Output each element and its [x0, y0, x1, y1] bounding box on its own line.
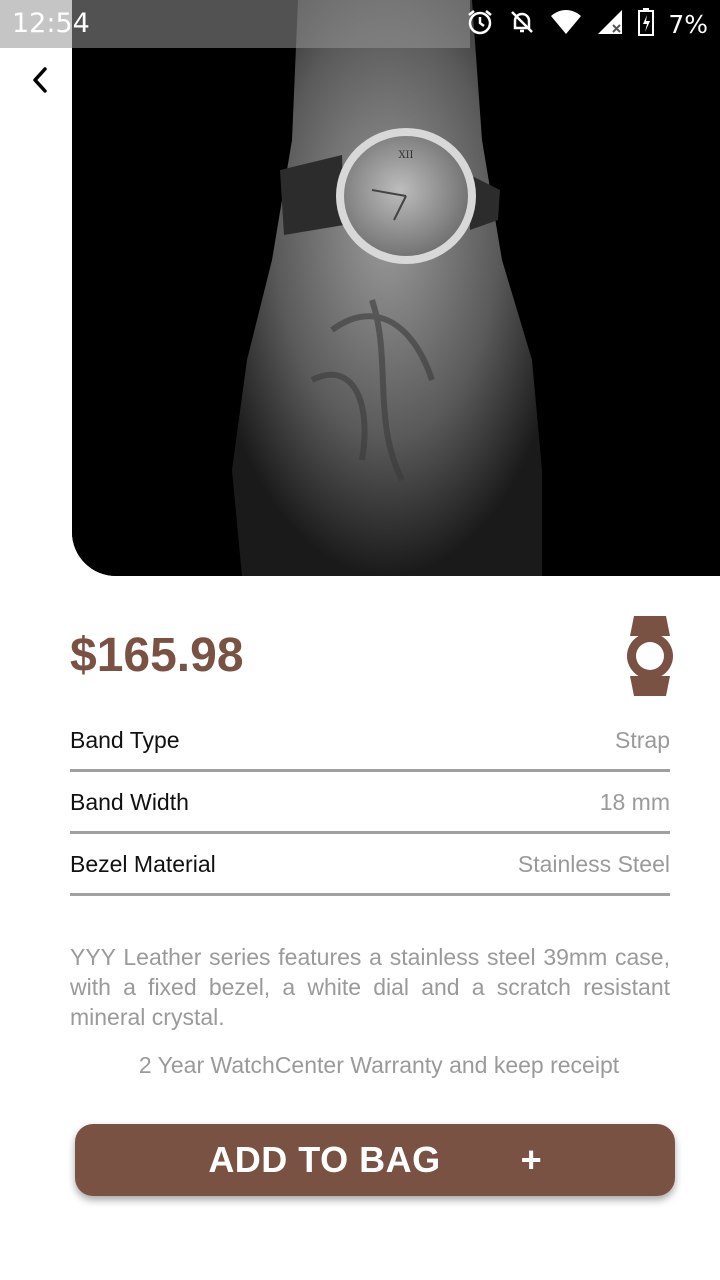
status-time: 12:54 — [12, 8, 90, 39]
wifi-icon — [550, 8, 582, 40]
spec-row-band-type: Band Type Strap — [70, 710, 670, 772]
back-button[interactable] — [22, 62, 58, 98]
spec-value: Strap — [615, 727, 670, 753]
svg-text:XII: XII — [398, 150, 413, 161]
spec-row-band-width: Band Width 18 mm — [70, 772, 670, 834]
spec-value: 18 mm — [599, 789, 670, 815]
spec-row-bezel-material: Bezel Material Stainless Steel — [70, 834, 670, 896]
watch-icon — [622, 614, 678, 703]
add-to-bag-button[interactable]: ADD TO BAG + — [75, 1124, 675, 1196]
plus-icon: + — [520, 1139, 542, 1180]
chevron-left-icon — [33, 67, 47, 93]
watch-on-wrist-photo: XII — [72, 0, 720, 576]
spec-label: Band Width — [70, 789, 189, 815]
add-to-bag-label: ADD TO BAG — [208, 1139, 441, 1180]
cell-signal-icon — [596, 8, 624, 40]
status-bar: 12:54 7% — [0, 0, 720, 48]
battery-percent: 7% — [668, 9, 708, 39]
spec-value: Stainless Steel — [517, 851, 670, 877]
product-description: YYY Leather series features a stainless … — [70, 944, 670, 1030]
alarm-icon — [466, 8, 494, 40]
product-hero-image: XII — [72, 0, 720, 576]
spec-label: Band Type — [70, 727, 180, 753]
notifications-off-icon — [508, 8, 536, 40]
warranty-note: 2 Year WatchCenter Warranty and keep rec… — [138, 1052, 620, 1078]
product-price: $165.98 — [70, 629, 244, 682]
specs-list: Band Type Strap Band Width 18 mm Bezel M… — [70, 710, 670, 896]
spec-label: Bezel Material — [70, 851, 216, 877]
battery-charging-icon — [638, 8, 655, 40]
